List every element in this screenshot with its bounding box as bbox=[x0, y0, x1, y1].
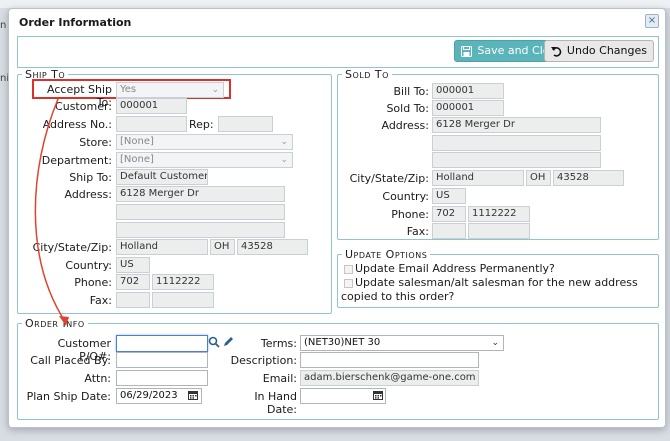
background-tab-text: n bbox=[0, 20, 7, 31]
order-information-dialog: Order Information × Save and Close Undo … bbox=[8, 8, 666, 428]
annotation-arrow bbox=[34, 98, 69, 326]
